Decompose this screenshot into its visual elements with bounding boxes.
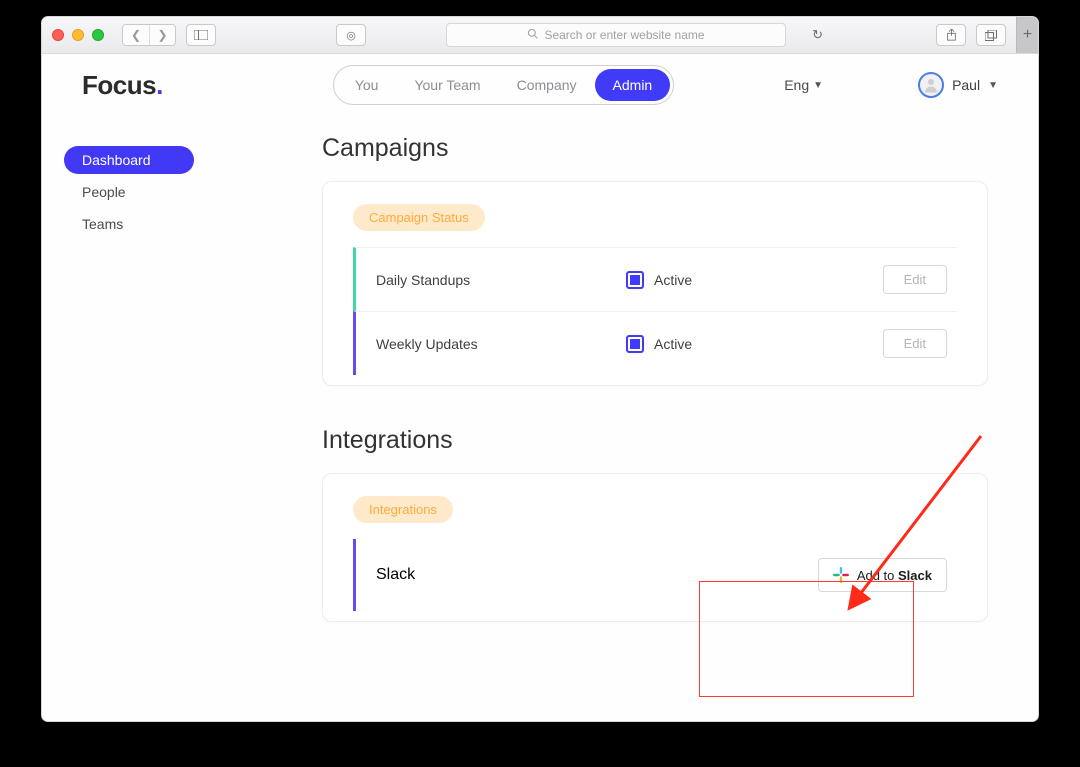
nav-admin[interactable]: Admin bbox=[595, 69, 671, 101]
logo: Focus. bbox=[82, 70, 163, 101]
nav-company[interactable]: Company bbox=[499, 69, 595, 101]
app-header: Focus. You Your Team Company Admin Eng ▼… bbox=[42, 54, 1038, 116]
address-placeholder: Search or enter website name bbox=[544, 28, 704, 42]
sidebar-item-teams[interactable]: Teams bbox=[64, 210, 194, 238]
logo-text: Focus bbox=[82, 70, 156, 100]
campaigns-title: Campaigns bbox=[322, 134, 988, 163]
campaigns-card: Campaign Status Daily Standups Active Ed… bbox=[322, 181, 988, 386]
browser-window: ❮ ❯ ◎ Search or enter website name ↻ bbox=[41, 16, 1039, 722]
integrations-card: Integrations Slack Add to Slack bbox=[322, 473, 988, 622]
status-label: Active bbox=[654, 272, 692, 288]
chevron-down-icon: ▼ bbox=[988, 80, 998, 91]
slack-btn-prefix: Add to bbox=[857, 568, 898, 583]
minimize-window-button[interactable] bbox=[72, 29, 84, 41]
user-name: Paul bbox=[952, 77, 980, 93]
campaign-row: Weekly Updates Active Edit bbox=[353, 311, 957, 375]
sidebar-icon bbox=[194, 30, 208, 40]
back-button[interactable]: ❮ bbox=[123, 25, 149, 45]
new-tab-button[interactable]: + bbox=[1016, 17, 1038, 53]
main-content: Campaigns Campaign Status Daily Standups… bbox=[272, 116, 1038, 721]
address-bar[interactable]: Search or enter website name bbox=[446, 23, 786, 47]
reload-button[interactable]: ↻ bbox=[812, 27, 823, 43]
campaign-row: Daily Standups Active Edit bbox=[353, 247, 957, 311]
forward-button[interactable]: ❯ bbox=[149, 25, 175, 45]
language-selector[interactable]: Eng ▼ bbox=[784, 77, 823, 93]
active-checkbox[interactable] bbox=[626, 335, 644, 353]
share-icon bbox=[946, 29, 957, 41]
integrations-title: Integrations bbox=[322, 426, 988, 455]
sidebar-toggle-button[interactable] bbox=[186, 24, 216, 46]
nav-back-forward: ❮ ❯ bbox=[122, 24, 176, 46]
campaign-name: Weekly Updates bbox=[376, 336, 626, 352]
reader-view-button[interactable]: ◎ bbox=[336, 24, 366, 46]
add-to-slack-button[interactable]: Add to Slack bbox=[818, 558, 947, 592]
status-label: Active bbox=[654, 336, 692, 352]
user-menu[interactable]: Paul ▼ bbox=[918, 72, 998, 98]
tabs-button[interactable] bbox=[976, 24, 1006, 46]
main-nav: You Your Team Company Admin bbox=[333, 65, 674, 105]
search-icon bbox=[527, 28, 538, 42]
sidebar-item-people[interactable]: People bbox=[64, 178, 194, 206]
slack-btn-bold: Slack bbox=[898, 568, 932, 583]
browser-chrome: ❮ ❯ ◎ Search or enter website name ↻ bbox=[42, 17, 1038, 54]
edit-button[interactable]: Edit bbox=[883, 329, 947, 358]
edit-button[interactable]: Edit bbox=[883, 265, 947, 294]
tabs-icon bbox=[985, 30, 997, 41]
campaign-status-badge: Campaign Status bbox=[353, 204, 485, 231]
nav-you[interactable]: You bbox=[337, 69, 397, 101]
integration-name: Slack bbox=[376, 566, 415, 584]
campaign-name: Daily Standups bbox=[376, 272, 626, 288]
language-label: Eng bbox=[784, 77, 809, 93]
chevron-down-icon: ▼ bbox=[813, 80, 823, 91]
integration-row-slack: Slack Add to Slack bbox=[353, 539, 957, 611]
active-checkbox[interactable] bbox=[626, 271, 644, 289]
nav-your-team[interactable]: Your Team bbox=[396, 69, 498, 101]
slack-icon bbox=[833, 567, 849, 583]
share-button[interactable] bbox=[936, 24, 966, 46]
avatar-icon bbox=[922, 76, 940, 94]
sidebar: Dashboard People Teams bbox=[42, 116, 272, 721]
traffic-lights bbox=[52, 29, 104, 41]
sidebar-item-dashboard[interactable]: Dashboard bbox=[64, 146, 194, 174]
logo-dot: . bbox=[156, 70, 163, 100]
close-window-button[interactable] bbox=[52, 29, 64, 41]
avatar bbox=[918, 72, 944, 98]
fullscreen-window-button[interactable] bbox=[92, 29, 104, 41]
integrations-badge: Integrations bbox=[353, 496, 453, 523]
